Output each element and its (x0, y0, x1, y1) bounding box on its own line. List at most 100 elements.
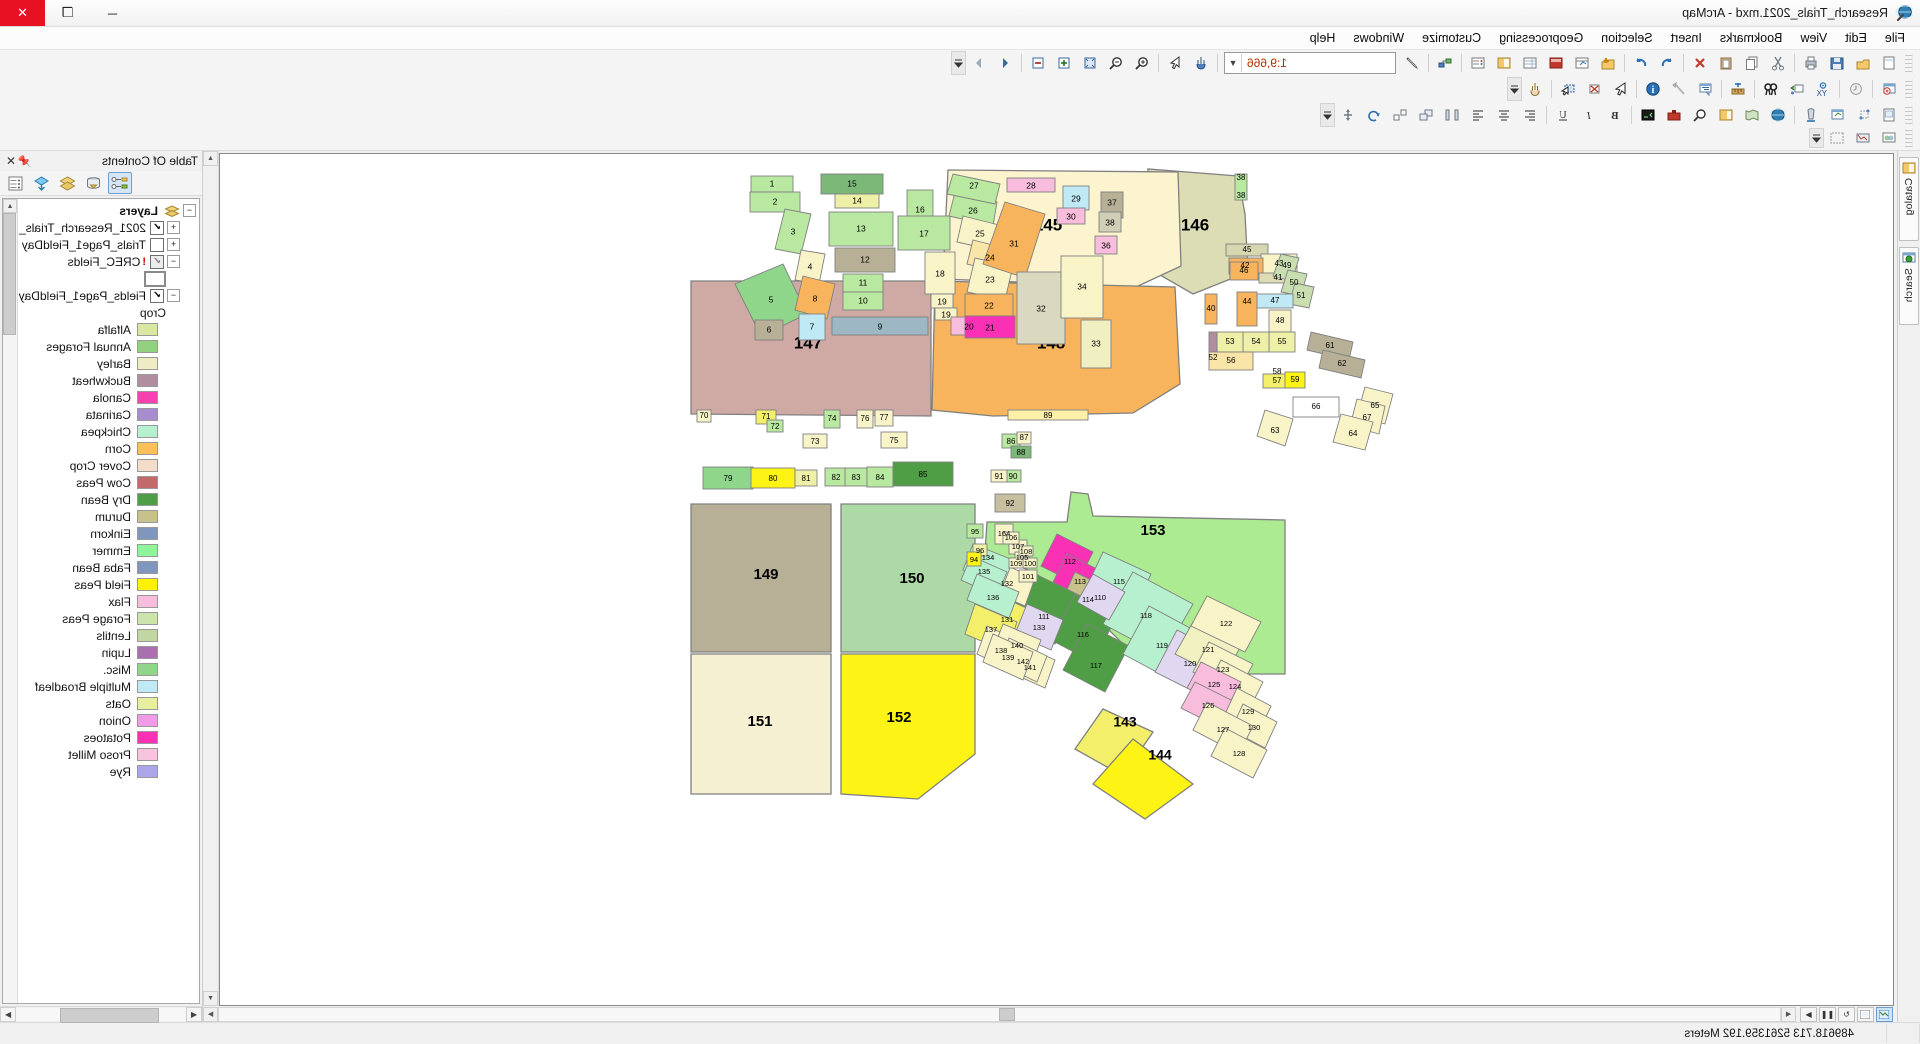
list-by-source-button[interactable] (82, 172, 106, 194)
fixed-zoom-in-icon[interactable] (1051, 51, 1077, 76)
legend-item[interactable]: Misc. (19, 661, 196, 678)
menu-file[interactable]: File (1876, 29, 1914, 47)
layer-visibility-checkbox[interactable]: ✔ (150, 288, 164, 303)
arc-scan-icon[interactable] (1824, 126, 1850, 151)
map-canvas[interactable]: 146 145 148 147 153 150 149 (219, 153, 1894, 1006)
collapse-icon[interactable]: − (167, 289, 180, 302)
legend-item[interactable]: Potatoes (19, 729, 196, 746)
time-slider-icon[interactable] (1843, 77, 1869, 102)
scroll-left-button[interactable]: ◀ (1781, 1006, 1796, 1022)
toolbar-overflow-button[interactable] (951, 51, 966, 75)
menu-customize[interactable]: Customize (1413, 29, 1490, 47)
toc-layer-2021-research-trials[interactable]: + ✔ 2021_Research_Trials_ (19, 219, 196, 236)
chevron-down-icon[interactable]: ▼ (1225, 54, 1242, 72)
toc-toggle-icon[interactable] (1465, 51, 1491, 76)
html-popup-icon[interactable] (1692, 77, 1718, 102)
scroll-right-button[interactable]: ▶ (203, 1006, 218, 1022)
select-features-icon[interactable] (1555, 77, 1581, 102)
sidebar-tab-search[interactable]: Search (1899, 247, 1919, 325)
new-map-icon[interactable] (1876, 51, 1902, 76)
hyperlink-icon[interactable] (1666, 77, 1692, 102)
legend-item[interactable]: Emmer (19, 542, 196, 559)
menu-help[interactable]: Help (1301, 29, 1345, 47)
underline-icon[interactable]: U (1550, 103, 1576, 128)
legend-item[interactable]: Durum (19, 508, 196, 525)
legend-item[interactable]: Buckwheat (19, 372, 196, 389)
distribute-icon[interactable] (1439, 103, 1465, 128)
toc-vertical-scrollbar[interactable]: ▲ (3, 199, 18, 1003)
page-layout-icon[interactable] (1876, 103, 1902, 128)
legend-item[interactable]: Flax (19, 593, 196, 610)
toc-layer-trials-page1-fieldday[interactable]: + Trials_Page1_FieldDay (19, 236, 196, 253)
select-elements-icon[interactable] (1607, 77, 1633, 102)
menu-geoprocessing[interactable]: Geoprocessing (1490, 29, 1592, 47)
align-center-icon[interactable] (1491, 103, 1517, 128)
toolbar-grip[interactable] (1905, 105, 1913, 125)
toc-scroll-left-button[interactable]: ◀ (186, 1007, 202, 1022)
menu-windows[interactable]: Windows (1344, 29, 1413, 47)
full-extent-icon[interactable] (1077, 51, 1103, 76)
map-scale-icon[interactable] (1569, 51, 1595, 76)
undo-icon[interactable] (1654, 51, 1680, 76)
cut-icon[interactable] (1765, 51, 1791, 76)
italic-icon[interactable]: I (1576, 103, 1602, 128)
align-right-icon[interactable] (1465, 103, 1491, 128)
data-view-icon[interactable] (1876, 1006, 1893, 1022)
ungroup-icon[interactable] (1387, 103, 1413, 128)
align-left-icon[interactable] (1517, 103, 1543, 128)
toolbar-overflow-button[interactable] (1809, 128, 1824, 148)
toc-tree[interactable]: − Layers + ✔ 2021_Research_Trials_ + Tri… (2, 198, 200, 1004)
legend-item[interactable]: Cover Crop (19, 457, 196, 474)
legend-item[interactable]: Chickpea (19, 423, 196, 440)
zoom-in-icon[interactable] (1129, 51, 1155, 76)
legend-item[interactable]: Dry Bean (19, 491, 196, 508)
redo-icon[interactable] (1628, 51, 1654, 76)
toolbar-overflow-button[interactable] (1320, 103, 1335, 127)
legend-item[interactable]: Lentils (19, 627, 196, 644)
find-icon[interactable] (1758, 77, 1784, 102)
forward-extent-icon[interactable] (966, 51, 992, 76)
effects-icon[interactable] (1876, 126, 1902, 151)
play-icon[interactable]: ▶ (1800, 1006, 1817, 1022)
toolbar-overflow-button[interactable] (1507, 77, 1522, 101)
refresh-icon[interactable]: ↻ (1838, 1006, 1855, 1022)
table-icon[interactable] (1517, 51, 1543, 76)
legend-item[interactable]: Einkorn (19, 525, 196, 542)
list-by-drawing-order-button[interactable] (108, 172, 132, 194)
map-vertical-scrollbar[interactable]: ▲ ▼ (203, 151, 219, 1006)
pan-tool-icon[interactable] (1522, 77, 1548, 102)
topology-icon[interactable] (1850, 103, 1876, 128)
close-button[interactable]: ✕ (0, 0, 45, 26)
identify-select-icon[interactable] (1162, 51, 1188, 76)
maximize-button[interactable]: ❐ (45, 0, 90, 26)
horizontal-scroll-thumb[interactable] (999, 1007, 1016, 1021)
collapse-icon[interactable]: − (183, 204, 196, 217)
georeferencing-icon[interactable] (1850, 126, 1876, 151)
list-by-selection-button[interactable] (30, 172, 54, 194)
editor-vertex-icon[interactable] (1824, 103, 1850, 128)
legend-item[interactable]: Multiple Broadleaf (19, 678, 196, 695)
legend-item[interactable]: Field Peas (19, 576, 196, 593)
layer-visibility-checkbox[interactable]: ✔ (150, 220, 164, 235)
fixed-zoom-out-icon[interactable] (1025, 51, 1051, 76)
legend-item[interactable]: Alfalfa (19, 321, 196, 338)
toc-hscroll-track[interactable] (16, 1008, 186, 1023)
toc-scroll-up-button[interactable]: ▲ (3, 199, 17, 213)
toolbar-grip[interactable] (1905, 128, 1913, 148)
layer-visibility-checkbox[interactable] (150, 237, 164, 252)
map-scale-combobox[interactable]: 1:9,666 ▼ (1224, 52, 1396, 74)
layer-visibility-checkbox[interactable]: ✔ (150, 254, 164, 269)
rotate-icon[interactable] (1361, 103, 1387, 128)
save-icon[interactable] (1824, 51, 1850, 76)
pencil-draw-icon[interactable] (1399, 51, 1425, 76)
legend-item[interactable]: Corn (19, 440, 196, 457)
snapping-icon[interactable] (1798, 103, 1824, 128)
pin-icon[interactable]: 📌 (18, 155, 32, 168)
bold-icon[interactable]: B (1602, 103, 1628, 128)
expand-icon[interactable]: + (167, 221, 180, 234)
measure-icon[interactable] (1725, 77, 1751, 102)
menu-insert[interactable]: Insert (1662, 29, 1711, 47)
legend-item[interactable]: Canola (19, 389, 196, 406)
scroll-down-button[interactable]: ▼ (203, 991, 218, 1006)
go-to-xy-icon[interactable]: YX (1810, 77, 1836, 102)
